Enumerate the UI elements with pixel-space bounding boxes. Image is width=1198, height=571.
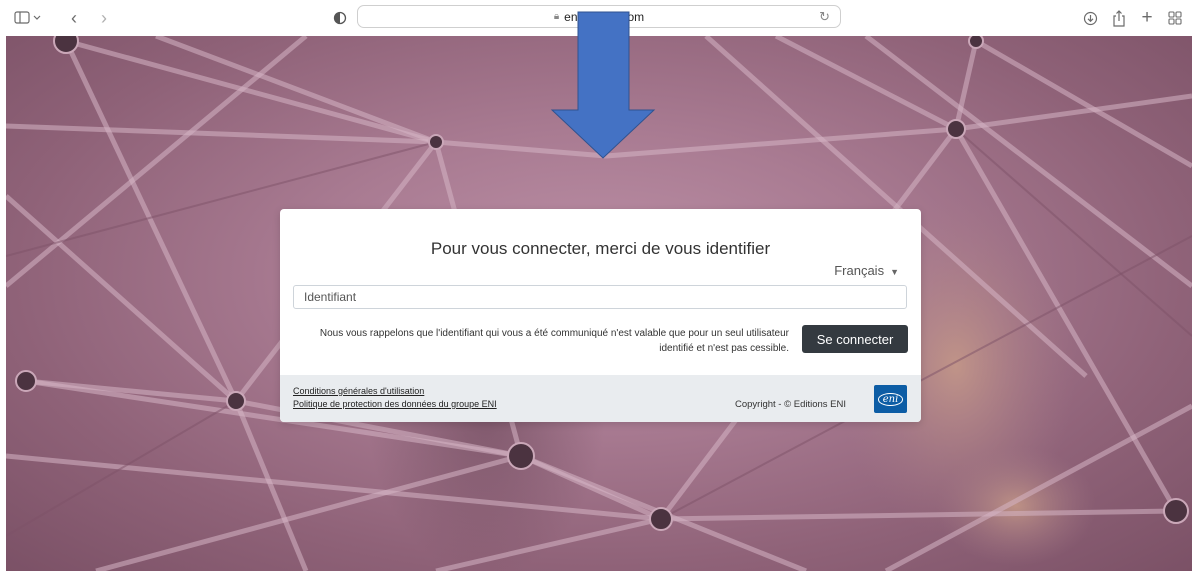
identifier-notice: Nous vous rappelons que l'identifiant qu… (319, 328, 789, 354)
login-title: Pour vous connecter, merci de vous ident… (430, 239, 771, 258)
privacy-policy-link[interactable]: Politique de protection des données du g… (293, 399, 497, 409)
caret-down-icon: ▼ (890, 267, 899, 277)
login-card: Pour vous connecter, merci de vous ident… (280, 209, 921, 422)
connect-button[interactable]: Se connecter (802, 325, 908, 353)
terms-link[interactable]: Conditions générales d'utilisation (293, 386, 424, 396)
identifier-input[interactable] (293, 285, 907, 309)
copyright-text: Copyright - © Editions ENI (735, 399, 847, 410)
card-footer: Conditions générales d'utilisation Polit… (280, 375, 921, 422)
eni-logo: eni (874, 385, 907, 413)
language-selector[interactable]: Français ▼ (834, 263, 899, 278)
eni-logo-text: eni (877, 392, 904, 406)
language-label: Français (834, 263, 885, 278)
